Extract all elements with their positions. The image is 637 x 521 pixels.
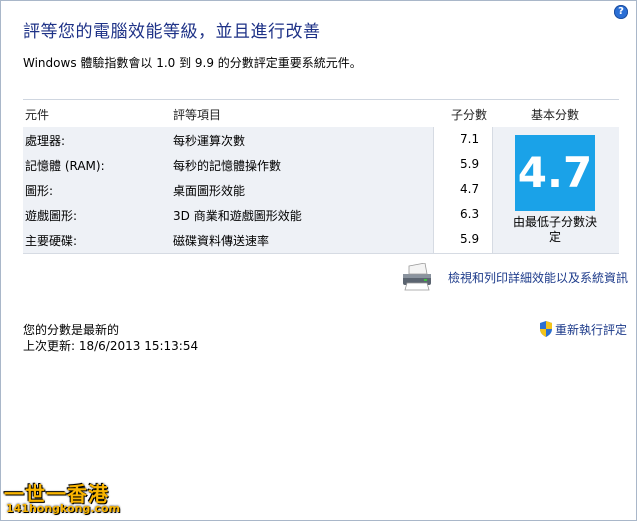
component-cell: 處理器: xyxy=(25,134,66,148)
help-icon[interactable]: ? xyxy=(614,5,628,19)
rated-cell: 3D 商業和遊戲圖形效能 xyxy=(173,209,302,223)
watermark-line2: 141hongkong.com xyxy=(6,502,121,515)
subscore-cell: 6.3 xyxy=(460,207,480,221)
rated-cell: 桌面圖形效能 xyxy=(173,184,246,198)
status-current: 您的分數是最新的 xyxy=(23,323,120,337)
subscore-cell: 4.7 xyxy=(460,182,480,196)
watermark-logo: 一世一香港 141hongkong.com xyxy=(4,478,164,518)
rated-cell: 磁碟資料傳送速率 xyxy=(173,234,270,248)
column-header-rated: 評等項目 xyxy=(173,108,222,122)
page-subtitle: Windows 體驗指數會以 1.0 到 9.9 的分數評定重要系統元件。 xyxy=(23,56,362,70)
base-score-panel: 4.7 由最低子分數決 定 xyxy=(491,127,619,253)
table-header: 元件 評等項目 子分數 基本分數 xyxy=(23,99,619,128)
base-score-caption: 由最低子分數決 定 xyxy=(491,215,619,245)
column-header-component: 元件 xyxy=(25,108,50,122)
subscore-cell: 5.9 xyxy=(460,232,480,246)
component-cell: 主要硬碟: xyxy=(25,234,78,248)
table-row: 遊戲圖形: 3D 商業和遊戲圖形效能 6.3 xyxy=(23,202,491,227)
page-title: 評等您的電腦效能等級，並且進行改善 xyxy=(23,22,321,42)
base-caption-line1: 由最低子分數決 xyxy=(512,215,597,229)
component-cell: 圖形: xyxy=(25,184,54,198)
table-row: 圖形: 桌面圖形效能 4.7 xyxy=(23,177,491,202)
subscore-cell: 5.9 xyxy=(460,157,480,171)
score-table: 元件 評等項目 子分數 基本分數 處理器: 每秒運算次數 7.1 記憶體 (RA… xyxy=(23,99,619,254)
column-header-base: 基本分數 xyxy=(531,108,580,122)
status-last-updated: 上次更新: 18/6/2013 15:13:54 xyxy=(23,339,199,353)
printer-icon xyxy=(403,263,431,291)
column-header-subscore: 子分數 xyxy=(451,108,488,122)
rerun-assessment-label[interactable]: 重新執行評定 xyxy=(555,321,627,338)
wei-window: ? 評等您的電腦效能等級，並且進行改善 Windows 體驗指數會以 1.0 到… xyxy=(0,0,637,521)
base-caption-line2: 定 xyxy=(548,230,561,244)
rated-cell: 每秒運算次數 xyxy=(173,134,246,148)
table-row: 處理器: 每秒運算次數 7.1 xyxy=(23,127,491,152)
shield-icon xyxy=(540,321,552,337)
rated-cell: 每秒的記憶體操作數 xyxy=(173,159,282,173)
table-row: 記憶體 (RAM): 每秒的記憶體操作數 5.9 xyxy=(23,152,491,177)
details-link-label[interactable]: 檢視和列印詳細效能以及系統資訊 xyxy=(448,269,628,286)
base-score-badge: 4.7 xyxy=(515,135,595,211)
table-row: 主要硬碟: 磁碟資料傳送速率 5.9 xyxy=(23,227,491,252)
component-cell: 記憶體 (RAM): xyxy=(25,159,105,173)
subscore-cell: 7.1 xyxy=(460,132,480,146)
component-cell: 遊戲圖形: xyxy=(25,209,78,223)
